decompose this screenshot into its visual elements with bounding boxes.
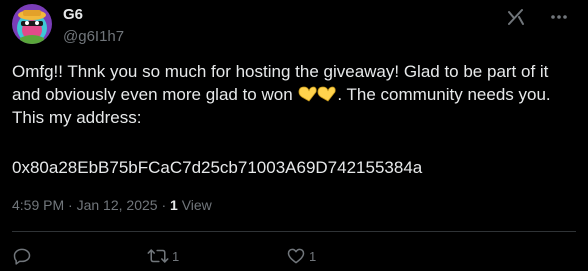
wallet-address: 0x80a28EbB75bFCaC7d25cb71003A69D74215538… <box>12 158 423 177</box>
meta-separator: · <box>68 197 73 213</box>
divider <box>12 231 576 232</box>
display-name[interactable]: G6 <box>63 6 83 23</box>
reply-button[interactable] <box>12 245 35 267</box>
tweet-text-line2-before: and obviously even more glad to won <box>12 85 298 104</box>
reply-icon <box>13 248 31 265</box>
heart-hands-emoji <box>297 85 337 102</box>
like-icon <box>287 248 305 264</box>
tweet-card: G6 @g6I1h7 Omfg!! Thnk you so much for h… <box>0 0 588 271</box>
avatar[interactable] <box>12 4 52 44</box>
views-label: View <box>181 197 212 213</box>
tweet-text-line3: This my address: <box>12 108 142 127</box>
meta-separator-2: · <box>161 197 167 213</box>
like-count: 1 <box>309 248 317 264</box>
tweet-date[interactable]: Jan 12, 2025 <box>77 197 158 213</box>
tweet-time[interactable]: 4:59 PM <box>12 197 64 213</box>
tweet-text: Omfg!! Thnk you so much for hosting the … <box>12 60 578 129</box>
retweet-button[interactable]: 1 <box>147 245 179 267</box>
user-handle[interactable]: @g6I1h7 <box>63 28 124 45</box>
views-count: 1 <box>170 197 178 213</box>
grok-icon[interactable] <box>506 7 526 27</box>
tweet-meta: 4:59 PM · Jan 12, 2025 · 1 View <box>12 197 212 213</box>
retweet-icon <box>147 249 169 263</box>
more-icon[interactable] <box>544 8 574 26</box>
tweet-text-line2-after: . The community needs you. <box>337 85 551 104</box>
like-button[interactable]: 1 <box>286 245 316 267</box>
tweet-text-line2: and obviously even more glad to won . Th… <box>12 83 578 106</box>
retweet-count: 1 <box>172 248 180 264</box>
tweet-text-line1: Omfg!! Thnk you so much for hosting the … <box>12 62 549 81</box>
